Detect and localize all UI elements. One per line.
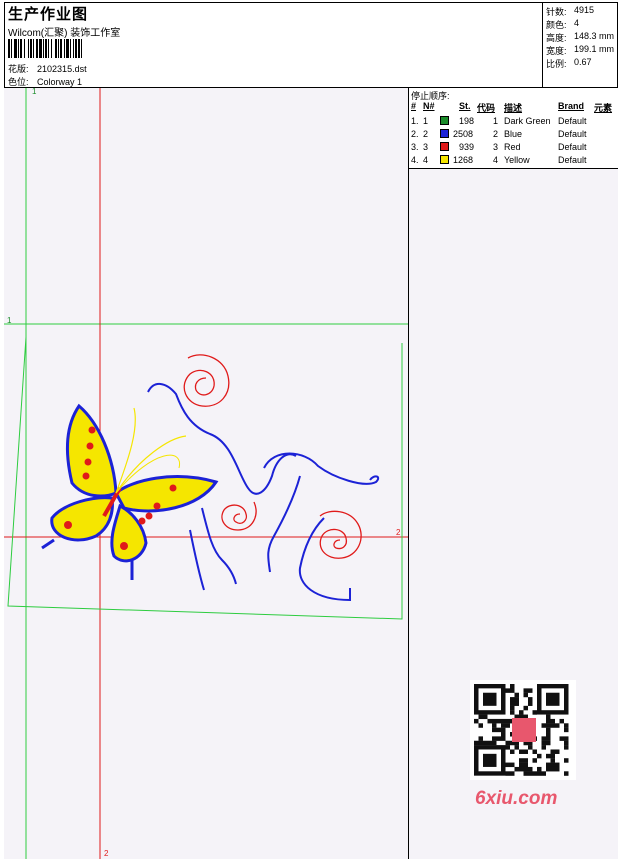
brand: Default — [558, 129, 587, 139]
stitch-count: 2508 — [452, 129, 473, 139]
needle-number: 4 — [423, 155, 429, 165]
axis-label-green-h: 1 — [7, 316, 12, 325]
red-spirals — [183, 354, 362, 559]
stat-value: 199.1 mm — [574, 44, 615, 54]
color-description: Blue — [504, 129, 523, 139]
stitch-count: 1268 — [452, 155, 473, 165]
table-row[interactable]: 3. 3 939 3 Red Default — [409, 141, 618, 154]
stat-label: 针数: — [546, 7, 567, 17]
column-header: # — [411, 101, 417, 111]
row-number: 2. — [411, 129, 419, 139]
brand: Default — [558, 155, 587, 165]
axis-label-red-v: 2 — [104, 849, 109, 858]
row-number: 3. — [411, 142, 419, 152]
colorway-value: Colorway 1 — [37, 77, 83, 87]
row-number: 4. — [411, 155, 419, 165]
axis-label-green-v: 1 — [32, 88, 37, 96]
page-title: 生产作业图 — [8, 6, 89, 23]
brand: Default — [558, 142, 587, 152]
table-row[interactable]: 2. 2 2508 2 Blue Default — [409, 128, 618, 141]
column-header: 元素 — [594, 103, 613, 113]
barcode — [8, 39, 84, 58]
brand: Default — [558, 116, 587, 126]
color-code: 3 — [493, 142, 499, 152]
stat-label: 颜色: — [546, 20, 567, 30]
needle-number: 3 — [423, 142, 429, 152]
color-swatch — [440, 116, 449, 125]
stat-value: 0.67 — [574, 57, 592, 67]
stat-label: 比例: — [546, 59, 567, 69]
colorway-row: 色位: Colorway 1 — [8, 75, 82, 88]
column-header: N# — [423, 101, 435, 111]
butterfly-motif — [41, 403, 219, 580]
stat-value: 4915 — [574, 5, 595, 15]
stat-label: 宽度: — [546, 46, 567, 56]
design-label: 花版: — [8, 64, 29, 74]
design-value: 2102315.dst — [37, 64, 87, 74]
column-header: St. — [459, 101, 471, 111]
row-number: 1. — [411, 116, 419, 126]
color-swatch — [440, 155, 449, 164]
header: 生产作业图 Wilcom(汇聚) 装饰工作室 花版: 2102315.dst 色… — [4, 2, 618, 88]
color-code: 1 — [493, 116, 499, 126]
needle-number: 1 — [423, 116, 429, 126]
stitch-count: 198 — [459, 116, 475, 126]
column-header: Brand — [558, 101, 585, 111]
color-description: Dark Green — [504, 116, 551, 126]
company-name: Wilcom(汇聚) 装饰工作室 — [8, 28, 121, 39]
header-info: 生产作业图 Wilcom(汇聚) 装饰工作室 花版: 2102315.dst 色… — [4, 2, 543, 87]
qr-code — [470, 680, 576, 780]
stat-label: 高度: — [546, 33, 567, 43]
needle-number: 2 — [423, 129, 429, 139]
embroidery-preview: 1 1 2 2 — [4, 88, 408, 859]
watermark-site: 6xiu.com — [475, 788, 558, 809]
stop-sequence-table: 停止顺序: # N# St. 代码 描述 Brand 元素 1. 1 198 1… — [409, 88, 618, 169]
design-row: 花版: 2102315.dst — [8, 62, 87, 75]
color-swatch — [440, 129, 449, 138]
qr-code-image — [474, 684, 569, 776]
colorway-label: 色位: — [8, 77, 29, 87]
stats-box: 针数: 4915 颜色: 4 高度: 148.3 mm 宽度: 199.1 mm… — [543, 2, 618, 87]
color-code: 4 — [493, 155, 499, 165]
color-description: Yellow — [504, 155, 530, 165]
stitch-count: 939 — [459, 142, 475, 152]
axis-label-red-h: 2 — [396, 528, 401, 537]
column-header: 代码 — [477, 103, 496, 113]
table-row[interactable]: 4. 4 1268 4 Yellow Default — [409, 154, 618, 167]
column-header: 描述 — [504, 103, 523, 113]
stat-value: 4 — [574, 18, 580, 28]
table-row[interactable]: 1. 1 198 1 Dark Green Default — [409, 115, 618, 128]
color-code: 2 — [493, 129, 499, 139]
stat-value: 148.3 mm — [574, 31, 615, 41]
color-description: Red — [504, 142, 521, 152]
color-swatch — [440, 142, 449, 151]
design-canvas[interactable]: 1 1 2 2 — [4, 88, 409, 859]
